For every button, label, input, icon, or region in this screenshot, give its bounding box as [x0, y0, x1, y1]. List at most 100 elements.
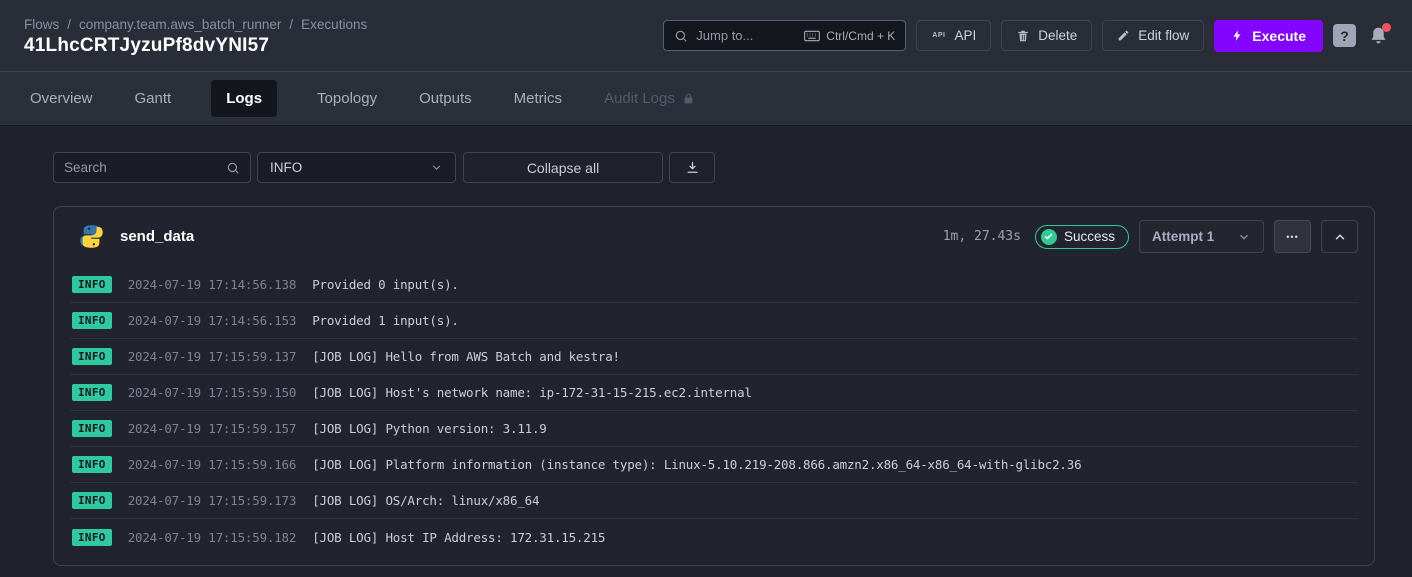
- task-header: send_data 1m, 27.43s Success Attempt 1: [54, 207, 1374, 265]
- log-row: INFO 2024-07-19 17:15:59.166 [JOB LOG] P…: [70, 447, 1358, 483]
- log-message: [JOB LOG] OS/Arch: linux/x86_64: [312, 493, 539, 508]
- log-row: INFO 2024-07-19 17:15:59.157 [JOB LOG] P…: [70, 411, 1358, 447]
- header-left: Flows / company.team.aws_batch_runner / …: [24, 15, 367, 57]
- chevron-up-icon: [1333, 230, 1347, 244]
- tab-label: Audit Logs: [604, 90, 675, 107]
- tab-label: Metrics: [514, 90, 562, 107]
- shortcut-hint: Ctrl/Cmd + K: [804, 29, 895, 43]
- api-button[interactable]: API API: [916, 20, 991, 51]
- search-input[interactable]: [64, 160, 226, 175]
- log-row: INFO 2024-07-19 17:15:59.150 [JOB LOG] H…: [70, 375, 1358, 411]
- tab[interactable]: Topology: [315, 80, 379, 117]
- log-row: INFO 2024-07-19 17:15:59.137 [JOB LOG] H…: [70, 339, 1358, 375]
- lock-icon: [682, 92, 695, 105]
- attempt-value: Attempt 1: [1152, 229, 1214, 244]
- log-message: [JOB LOG] Hello from AWS Batch and kestr…: [312, 349, 620, 364]
- log-message: Provided 0 input(s).: [312, 277, 459, 292]
- status-badge: Success: [1035, 225, 1129, 249]
- header-actions: Jump to... Ctrl/Cmd + K API API Delete E…: [663, 20, 1390, 52]
- log-timestamp: 2024-07-19 17:14:56.153: [128, 313, 297, 328]
- keyboard-icon: [804, 30, 820, 42]
- log-message: [JOB LOG] Host IP Address: 172.31.15.215: [312, 530, 605, 545]
- logs-panel: INFO Collapse all send_data 1m, 2: [0, 126, 1412, 566]
- tab[interactable]: Gantt: [133, 80, 174, 117]
- log-level-badge: INFO: [72, 456, 112, 473]
- log-timestamp: 2024-07-19 17:15:59.173: [128, 493, 297, 508]
- tab-label: Logs: [226, 90, 262, 107]
- log-level-badge: INFO: [72, 492, 112, 509]
- log-level-badge: INFO: [72, 384, 112, 401]
- log-level-badge: INFO: [72, 529, 112, 546]
- task-log-card: send_data 1m, 27.43s Success Attempt 1: [53, 206, 1375, 566]
- tab[interactable]: Metrics: [512, 80, 564, 117]
- breadcrumb-namespace[interactable]: company.team.aws_batch_runner: [79, 17, 281, 32]
- log-row: INFO 2024-07-19 17:15:59.173 [JOB LOG] O…: [70, 483, 1358, 519]
- log-level-badge: INFO: [72, 276, 112, 293]
- edit-flow-button[interactable]: Edit flow: [1102, 20, 1204, 51]
- log-message: [JOB LOG] Platform information (instance…: [312, 457, 1081, 472]
- tab-label: Outputs: [419, 90, 472, 107]
- execution-tabs: Overview Gantt Logs Topology Out: [0, 71, 1412, 126]
- log-message: [JOB LOG] Host's network name: ip-172-31…: [312, 385, 752, 400]
- ellipsis-icon: •••: [1286, 232, 1298, 242]
- log-message: Provided 1 input(s).: [312, 313, 459, 328]
- status-label: Success: [1064, 229, 1115, 244]
- log-level-badge: INFO: [72, 348, 112, 365]
- jump-to-label: Jump to...: [696, 28, 753, 43]
- delete-button-label: Delete: [1038, 28, 1077, 43]
- log-message: [JOB LOG] Python version: 3.11.9: [312, 421, 546, 436]
- log-rows[interactable]: INFO 2024-07-19 17:14:56.138 Provided 0 …: [70, 267, 1358, 565]
- tab-label: Overview: [30, 90, 93, 107]
- attempt-select[interactable]: Attempt 1: [1139, 220, 1264, 253]
- tab-label: Gantt: [135, 90, 172, 107]
- search-icon: [674, 29, 688, 43]
- download-logs-button[interactable]: [669, 152, 715, 183]
- tab[interactable]: Logs: [211, 80, 277, 117]
- log-timestamp: 2024-07-19 17:15:59.150: [128, 385, 297, 400]
- breadcrumb: Flows / company.team.aws_batch_runner / …: [24, 17, 367, 32]
- tab[interactable]: Overview: [28, 80, 95, 117]
- execute-button-label: Execute: [1252, 28, 1306, 44]
- tab-label: Topology: [317, 90, 377, 107]
- api-icon: API: [931, 31, 946, 40]
- help-icon[interactable]: ?: [1333, 24, 1356, 47]
- execute-button[interactable]: Execute: [1214, 20, 1323, 52]
- log-timestamp: 2024-07-19 17:15:59.157: [128, 421, 297, 436]
- lightning-icon: [1231, 28, 1244, 43]
- python-icon: [78, 223, 105, 250]
- shortcut-text: Ctrl/Cmd + K: [826, 29, 895, 43]
- notifications-bell[interactable]: [1368, 24, 1390, 48]
- log-level-badge: INFO: [72, 312, 112, 329]
- task-collapse-button[interactable]: [1321, 220, 1358, 253]
- trash-icon: [1016, 29, 1030, 43]
- breadcrumb-separator: /: [289, 17, 293, 32]
- log-row: INFO 2024-07-19 17:14:56.138 Provided 0 …: [70, 267, 1358, 303]
- chevron-down-icon: [1237, 230, 1251, 244]
- notification-dot: [1382, 23, 1391, 32]
- tab[interactable]: Outputs: [417, 80, 474, 117]
- task-more-button[interactable]: •••: [1274, 220, 1311, 253]
- log-level-select[interactable]: INFO: [257, 152, 456, 183]
- log-filters: INFO Collapse all: [53, 152, 1375, 183]
- log-timestamp: 2024-07-19 17:15:59.166: [128, 457, 297, 472]
- log-timestamp: 2024-07-19 17:15:59.182: [128, 530, 297, 545]
- api-button-label: API: [954, 28, 976, 43]
- search-icon: [226, 161, 240, 175]
- task-name: send_data: [120, 228, 194, 245]
- log-level-badge: INFO: [72, 420, 112, 437]
- log-timestamp: 2024-07-19 17:14:56.138: [128, 277, 297, 292]
- tab[interactable]: Audit Logs: [602, 80, 697, 117]
- breadcrumb-flows[interactable]: Flows: [24, 17, 59, 32]
- breadcrumb-separator: /: [67, 17, 71, 32]
- log-level-value: INFO: [270, 160, 302, 175]
- check-circle-icon: [1041, 229, 1057, 245]
- log-search-field: [53, 152, 251, 183]
- breadcrumb-executions[interactable]: Executions: [301, 17, 367, 32]
- collapse-all-button[interactable]: Collapse all: [463, 152, 663, 183]
- download-icon: [685, 160, 700, 175]
- app-header: Flows / company.team.aws_batch_runner / …: [0, 0, 1412, 71]
- edit-flow-button-label: Edit flow: [1138, 28, 1189, 43]
- jump-to-search[interactable]: Jump to... Ctrl/Cmd + K: [663, 20, 906, 51]
- chevron-down-icon: [430, 161, 443, 174]
- delete-button[interactable]: Delete: [1001, 20, 1092, 51]
